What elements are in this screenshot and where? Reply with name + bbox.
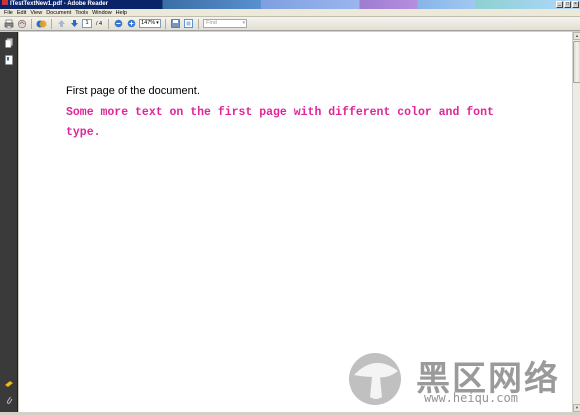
find-input[interactable]: Find ▾ [203, 19, 248, 28]
arrow-down-icon [71, 20, 78, 27]
close-button[interactable]: × [572, 1, 579, 8]
bookmarks-button[interactable] [4, 54, 14, 65]
collaborate-button[interactable] [36, 18, 47, 29]
menu-window[interactable]: Window [90, 9, 114, 16]
toolbar: 1 / 4 147%▾ Find ▾ [0, 17, 580, 31]
watermark-url: www.heiqu.com [424, 391, 518, 405]
mushroom-logo-icon [349, 353, 401, 405]
toolbar-separator [165, 18, 167, 29]
toolbar-separator [51, 18, 52, 29]
zoom-value: 147% [141, 20, 156, 26]
fit-page-icon [184, 19, 194, 28]
attachments-button[interactable] [4, 394, 14, 405]
print-icon [4, 19, 13, 28]
signature-icon [4, 380, 14, 388]
navigation-pane [0, 32, 18, 412]
document-text-colored: Some more text on the first page with di… [66, 106, 494, 139]
previous-page-button[interactable] [56, 18, 67, 29]
minimize-button[interactable]: _ [556, 1, 563, 8]
pages-button[interactable] [4, 37, 14, 48]
save-icon [171, 19, 180, 28]
scroll-up-button[interactable]: ▲ [573, 32, 580, 40]
email-icon [17, 19, 26, 28]
email-button[interactable] [16, 18, 27, 29]
signatures-button[interactable] [4, 378, 14, 389]
zoom-out-icon [114, 19, 123, 28]
save-button[interactable] [170, 18, 181, 29]
zoom-select[interactable]: 147%▾ [139, 19, 162, 28]
pages-icon [5, 37, 13, 48]
scroll-thumb[interactable] [573, 41, 580, 83]
paperclip-icon [6, 396, 13, 404]
adobe-reader-icon [2, 0, 8, 6]
document-text-line: First page of the document. [66, 85, 200, 97]
menu-document[interactable]: Document [44, 9, 73, 16]
next-page-button[interactable] [69, 18, 80, 29]
menu-view[interactable]: View [28, 9, 44, 16]
menu-file[interactable]: File [2, 9, 15, 16]
menu-bar: File Edit View Document Tools Window Hel… [0, 9, 580, 17]
toolbar-separator [31, 18, 32, 29]
window-controls: _ □ × [556, 1, 579, 8]
arrow-up-icon [58, 20, 65, 27]
chevron-down-icon: ▾ [242, 20, 246, 26]
bookmark-icon [5, 54, 13, 65]
menu-help[interactable]: Help [114, 9, 129, 16]
page-number-input[interactable]: 1 [82, 19, 92, 28]
zoom-in-button[interactable] [126, 18, 137, 29]
collaborate-icon [36, 20, 47, 27]
menu-tools[interactable]: Tools [73, 9, 90, 16]
watermark: 黑区网络 www.heiqu.com [346, 345, 576, 411]
title-bar: ITestTextNew1.pdf - Adobe Reader _ □ × [0, 0, 580, 9]
zoom-in-icon [127, 19, 136, 28]
zoom-out-button[interactable] [113, 18, 124, 29]
toolbar-separator [198, 18, 200, 29]
print-button[interactable] [3, 18, 14, 29]
toolbar-separator [108, 18, 110, 29]
menu-edit[interactable]: Edit [15, 9, 28, 16]
page-total: / 4 [96, 20, 103, 27]
chevron-down-icon: ▾ [156, 20, 159, 26]
maximize-button[interactable]: □ [564, 1, 571, 8]
window-title: ITestTextNew1.pdf - Adobe Reader [10, 1, 108, 7]
fit-page-button[interactable] [183, 18, 194, 29]
find-placeholder: Find [206, 20, 217, 26]
